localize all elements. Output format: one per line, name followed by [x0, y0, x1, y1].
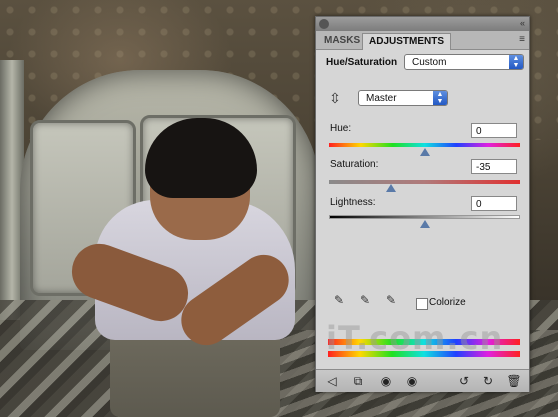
- adjustment-title: Hue/Saturation: [326, 57, 398, 68]
- adjustments-panel: « MASKS ADJUSTMENTS ≡ Hue/Saturation Cus…: [315, 16, 530, 392]
- collapse-icon[interactable]: «: [520, 18, 525, 28]
- hue-slider-thumb[interactable]: [420, 148, 430, 156]
- watermark: iT.com.cn: [326, 319, 504, 357]
- channel-value: Master: [366, 93, 397, 104]
- previous-state-icon[interactable]: ↺: [456, 373, 472, 389]
- panel-titlebar[interactable]: «: [316, 17, 529, 31]
- clip-to-layer-icon[interactable]: ⧉: [350, 373, 366, 389]
- saturation-label: Saturation:: [330, 159, 379, 170]
- colorize-label: Colorize: [429, 297, 466, 308]
- eyedropper-plus-icon[interactable]: ✎: [358, 293, 372, 307]
- layer-visibility-icon[interactable]: ◉: [378, 373, 394, 389]
- lightness-label: Lightness:: [330, 197, 376, 208]
- back-arrow-icon[interactable]: ◁: [324, 373, 340, 389]
- hue-label: Hue:: [330, 123, 352, 134]
- eye-icon[interactable]: ◉: [404, 373, 420, 389]
- preset-select[interactable]: Custom ▲ ▼: [404, 54, 524, 70]
- targeted-adjustment-icon[interactable]: ⇳: [326, 89, 344, 107]
- saturation-slider-track[interactable]: [329, 180, 520, 184]
- reset-icon[interactable]: ↻: [480, 373, 496, 389]
- tab-masks[interactable]: MASKS: [318, 33, 366, 49]
- colorize-checkbox[interactable]: [416, 298, 428, 310]
- lightness-slider-track[interactable]: [329, 215, 520, 219]
- close-icon[interactable]: [319, 19, 329, 29]
- eyedropper-minus-icon[interactable]: ✎: [384, 293, 398, 307]
- select-arrows-icon: ▲ ▼: [433, 91, 447, 105]
- lightness-slider-thumb[interactable]: [420, 220, 430, 228]
- hue-input[interactable]: 0: [471, 123, 517, 138]
- panel-menu-icon[interactable]: ≡: [519, 34, 525, 45]
- channel-select[interactable]: Master ▲ ▼: [358, 90, 448, 106]
- saturation-input[interactable]: -35: [471, 159, 517, 174]
- panel-tabbar: MASKS ADJUSTMENTS ≡: [316, 31, 529, 50]
- hue-slider-track[interactable]: [329, 143, 520, 147]
- tab-adjustments[interactable]: ADJUSTMENTS: [362, 33, 452, 50]
- select-arrows-icon: ▲ ▼: [509, 55, 523, 69]
- saturation-slider-thumb[interactable]: [386, 184, 396, 192]
- preset-value: Custom: [412, 57, 447, 68]
- trash-icon[interactable]: 🗑: [506, 373, 522, 389]
- eyedropper-icon[interactable]: ✎: [332, 293, 346, 307]
- lightness-input[interactable]: 0: [471, 196, 517, 211]
- panel-footer: ◁ ⧉ ◉ ◉ ↺ ↻ 🗑: [316, 369, 529, 392]
